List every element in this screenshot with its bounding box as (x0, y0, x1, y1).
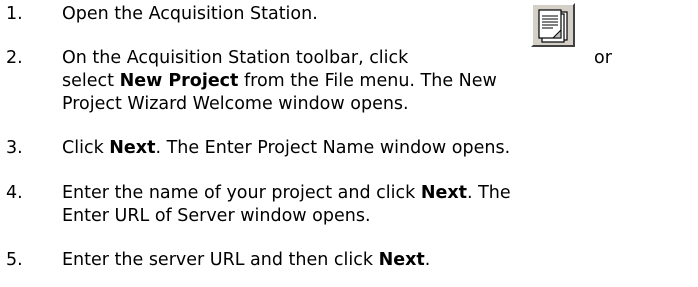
step-number: 2. (6, 48, 23, 68)
step-text: Open the Acquisition Station. (62, 3, 692, 26)
step-number: 3. (6, 138, 23, 158)
step-text-before-icon: On the Acquisition Station toolbar, clic… (62, 48, 409, 68)
menu-item-new-project: New Project (119, 71, 239, 91)
new-project-toolbar-button[interactable] (531, 3, 575, 47)
step-text: Enter the name of your project and click… (62, 182, 692, 228)
step-number: 1. (6, 4, 23, 24)
new-project-document-icon (538, 9, 568, 43)
step-line: Project Wizard Welcome window opens. (62, 94, 409, 114)
next-button-label: Next (420, 183, 467, 203)
step-line: Enter URL of Server window opens. (62, 206, 371, 226)
step-text: Enter the server URL and then click Next… (62, 250, 431, 270)
step-number: 5. (6, 250, 23, 270)
step-number: 4. (6, 183, 23, 203)
step-line: Open the Acquisition Station. (62, 4, 318, 24)
step-text-after-icon: or (594, 48, 612, 68)
next-button-label: Next (109, 138, 156, 158)
next-button-label: Next (378, 250, 425, 270)
step-text: Click Next. The Enter Project Name windo… (62, 138, 511, 158)
